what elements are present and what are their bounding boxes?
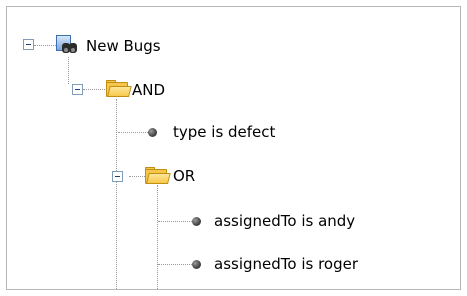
collapse-toggle-icon[interactable] — [112, 171, 123, 182]
tree-panel: New Bugs AND type is defect OR assignedT… — [6, 6, 461, 290]
folder-front-icon — [107, 86, 132, 97]
collapse-toggle-icon[interactable] — [72, 84, 83, 95]
node-label[interactable]: AND — [132, 80, 165, 100]
folder-front-icon — [146, 173, 171, 184]
tree-connector — [158, 264, 192, 265]
tree-connector — [118, 132, 148, 133]
folder-open-icon — [145, 167, 171, 184]
node-label[interactable]: assignedTo is andy — [214, 211, 355, 231]
condition-tree[interactable]: New Bugs AND type is defect OR assignedT… — [7, 7, 460, 289]
tree-connector — [68, 57, 69, 84]
binoculars-query-icon — [56, 35, 77, 55]
collapse-toggle-icon[interactable] — [23, 39, 34, 50]
folder-open-icon — [106, 80, 132, 97]
tree-connector — [116, 99, 117, 289]
node-label[interactable]: assignedTo is roger — [214, 254, 358, 274]
bullet-icon — [192, 260, 201, 269]
tree-connector — [157, 185, 158, 289]
bullet-icon — [148, 128, 157, 137]
tree-connector — [34, 45, 58, 46]
node-label[interactable]: New Bugs — [86, 36, 161, 56]
tree-connector — [83, 89, 107, 90]
node-label[interactable]: OR — [173, 166, 195, 186]
bullet-icon — [192, 217, 201, 226]
binoculars-lens-icon — [69, 43, 77, 53]
tree-connector — [158, 221, 192, 222]
node-label[interactable]: type is defect — [173, 122, 275, 142]
